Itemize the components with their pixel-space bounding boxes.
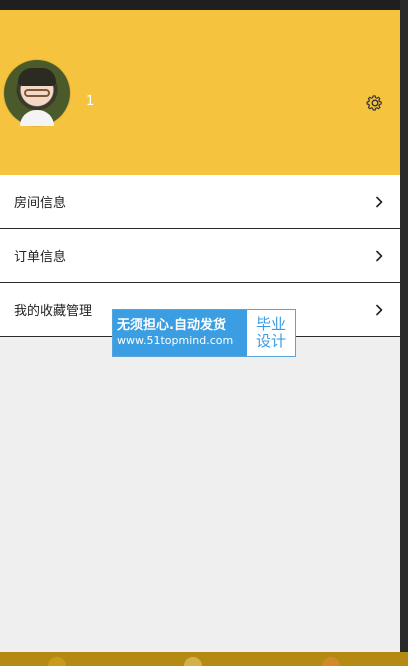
watermark: 无须担心.自动发货 www.51topmind.com 毕业 设计 (112, 309, 296, 357)
profile-header: 1 (0, 10, 400, 175)
menu-item-room-info[interactable]: 房间信息 (0, 175, 400, 229)
menu-item-label: 房间信息 (14, 196, 67, 211)
avatar-hair (18, 68, 56, 86)
watermark-right-line2: 设计 (255, 332, 286, 350)
scrollbar-track (400, 0, 408, 666)
watermark-line2: www.51topmind.com (117, 334, 234, 347)
chevron-right-icon (372, 303, 386, 317)
settings-button[interactable] (364, 92, 386, 114)
menu-item-order-info[interactable]: 订单信息 (0, 229, 400, 283)
status-bar (0, 0, 408, 10)
watermark-left: 无须担心.自动发货 www.51topmind.com (113, 310, 247, 356)
chevron-right-icon (372, 195, 386, 209)
gear-icon (366, 95, 382, 111)
watermark-line1: 无须担心.自动发货 (117, 318, 226, 333)
watermark-right-line1: 毕业 (255, 315, 286, 333)
avatar-glasses (24, 89, 50, 97)
username: 1 (86, 94, 95, 109)
watermark-right: 毕业 设计 (247, 310, 295, 356)
avatar[interactable] (4, 60, 70, 126)
chevron-right-icon (372, 249, 386, 263)
menu-item-label: 订单信息 (14, 250, 67, 265)
avatar-shirt (20, 110, 54, 126)
menu-item-label: 我的收藏管理 (14, 304, 93, 319)
